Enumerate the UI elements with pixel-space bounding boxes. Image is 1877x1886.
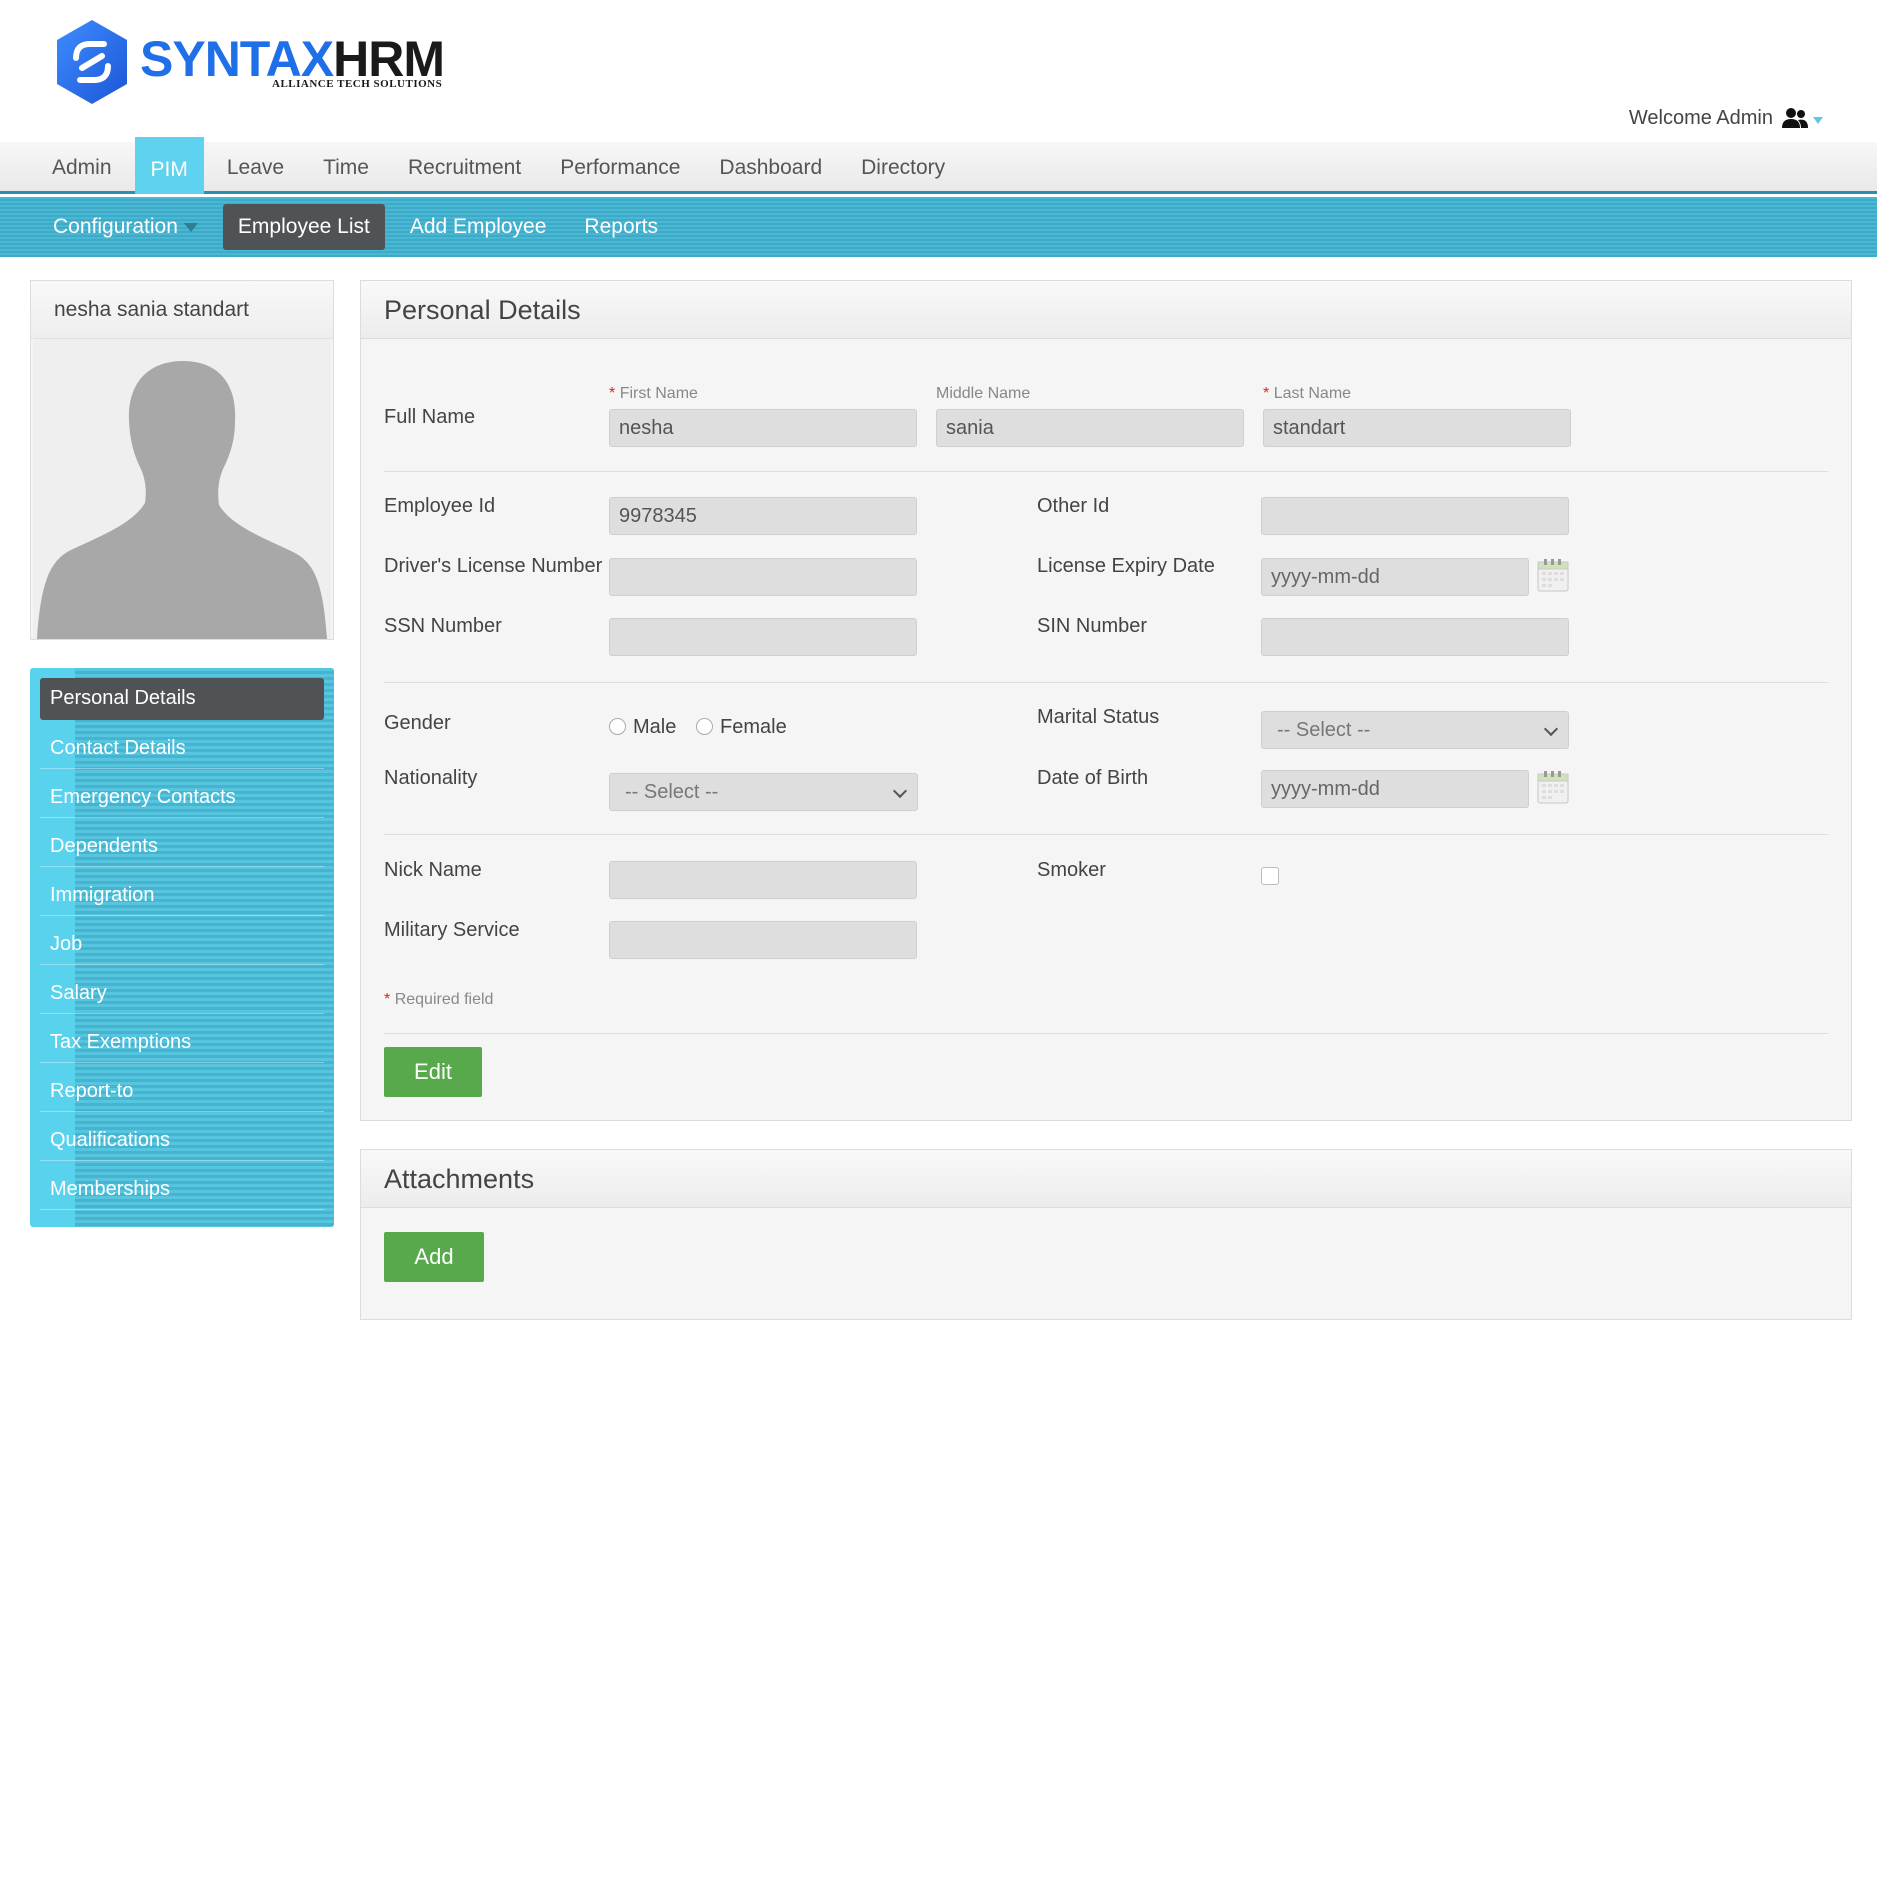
required-field-note: * Required field xyxy=(384,991,493,1009)
submenu-add-employee[interactable]: Add Employee xyxy=(397,204,560,250)
sin-input[interactable] xyxy=(1261,618,1569,656)
submenu-configuration[interactable]: Configuration xyxy=(40,204,211,250)
dob-label: Date of Birth xyxy=(1037,767,1149,789)
other-id-input[interactable] xyxy=(1261,497,1569,535)
profile-card: nesha sania standart xyxy=(30,280,334,640)
nick-name-label: Nick Name xyxy=(384,859,482,881)
submenu-reports[interactable]: Reports xyxy=(571,204,671,250)
person-silhouette-icon xyxy=(37,361,327,639)
submenu-configuration-label: Configuration xyxy=(53,215,178,238)
side-item-job[interactable]: Job xyxy=(40,924,324,965)
military-service-label: Military Service xyxy=(384,919,520,941)
side-item-contact-details[interactable]: Contact Details xyxy=(40,728,324,769)
header: SYNTAXHRM ALLIANCE TECH SOLUTIONS Welcom… xyxy=(0,0,1877,142)
nationality-label: Nationality xyxy=(384,767,478,789)
first-name-label: * First Name xyxy=(609,385,698,403)
drivers-license-label: Driver's License Number xyxy=(384,555,603,577)
divider xyxy=(384,682,1828,683)
license-expiry-input[interactable]: yyyy-mm-dd xyxy=(1261,558,1529,596)
gender-male-radio[interactable] xyxy=(609,718,626,735)
menu-recruitment[interactable]: Recruitment xyxy=(392,142,537,194)
drivers-license-input[interactable] xyxy=(609,558,917,596)
last-name-label: * Last Name xyxy=(1263,385,1351,403)
employee-side-menu: Personal Details Contact Details Emergen… xyxy=(30,668,334,1227)
side-item-emergency-contacts[interactable]: Emergency Contacts xyxy=(40,777,324,818)
marital-status-select[interactable]: -- Select -- xyxy=(1261,711,1569,749)
last-name-label-text: Last Name xyxy=(1273,385,1352,402)
users-icon xyxy=(1782,108,1808,128)
middle-name-input[interactable]: sania xyxy=(936,409,1244,447)
divider xyxy=(384,471,1828,472)
gender-male-label[interactable]: Male xyxy=(633,716,676,739)
profile-name: nesha sania standart xyxy=(31,281,333,339)
military-service-input[interactable] xyxy=(609,921,917,959)
employee-id-label: Employee Id xyxy=(384,495,496,517)
first-name-input[interactable]: nesha xyxy=(609,409,917,447)
menu-performance[interactable]: Performance xyxy=(544,142,696,194)
chevron-down-icon xyxy=(1543,721,1559,737)
logo-hexagon-icon xyxy=(57,20,127,104)
middle-name-label: Middle Name xyxy=(936,385,1031,402)
nationality-value: -- Select -- xyxy=(625,781,719,803)
logo-tagline: ALLIANCE TECH SOLUTIONS xyxy=(272,78,443,90)
menu-time[interactable]: Time xyxy=(307,142,385,194)
welcome-menu[interactable]: Welcome Admin xyxy=(1629,104,1823,132)
gender-female-radio[interactable] xyxy=(696,718,713,735)
menu-pim[interactable]: PIM xyxy=(134,137,204,194)
menu-admin[interactable]: Admin xyxy=(36,142,128,194)
required-marker: * xyxy=(1263,385,1270,402)
side-item-salary[interactable]: Salary xyxy=(40,973,324,1014)
attachments-panel: Attachments Add xyxy=(360,1149,1852,1320)
ssn-input[interactable] xyxy=(609,618,917,656)
submenu-employee-list[interactable]: Employee List xyxy=(222,204,385,250)
marital-status-label: Marital Status xyxy=(1037,706,1160,728)
side-item-report-to[interactable]: Report-to xyxy=(40,1071,324,1112)
required-marker: * xyxy=(609,385,616,402)
divider xyxy=(384,834,1828,835)
side-item-memberships[interactable]: Memberships xyxy=(40,1169,324,1210)
marital-status-value: -- Select -- xyxy=(1277,719,1371,741)
calendar-icon[interactable] xyxy=(1537,770,1569,804)
chevron-down-icon xyxy=(1813,116,1823,124)
personal-details-title: Personal Details xyxy=(361,281,1851,339)
menu-dashboard[interactable]: Dashboard xyxy=(703,142,838,194)
other-id-label: Other Id xyxy=(1037,495,1110,517)
syntaxhrm-logo[interactable]: SYNTAXHRM ALLIANCE TECH SOLUTIONS xyxy=(54,18,445,108)
required-marker: * xyxy=(384,991,391,1008)
side-item-tax-exemptions[interactable]: Tax Exemptions xyxy=(40,1022,324,1063)
menu-leave[interactable]: Leave xyxy=(211,142,300,194)
side-item-qualifications[interactable]: Qualifications xyxy=(40,1120,324,1161)
first-name-label-text: First Name xyxy=(619,385,698,402)
smoker-checkbox[interactable] xyxy=(1261,867,1279,885)
nationality-select[interactable]: -- Select -- xyxy=(609,773,918,811)
gender-label: Gender xyxy=(384,712,451,734)
welcome-text: Welcome Admin xyxy=(1628,106,1773,129)
side-item-personal-details[interactable]: Personal Details xyxy=(40,678,324,720)
side-item-dependents[interactable]: Dependents xyxy=(40,826,324,867)
gender-female-label[interactable]: Female xyxy=(720,716,787,739)
attachments-title: Attachments xyxy=(361,1150,1851,1208)
license-expiry-label: License Expiry Date xyxy=(1037,555,1215,577)
ssn-label: SSN Number xyxy=(384,615,502,637)
required-field-note-text: Required field xyxy=(394,991,494,1008)
sub-menu: Configuration Employee List Add Employee… xyxy=(0,197,1877,257)
personal-details-panel: Personal Details Full Name * First Name … xyxy=(360,280,1852,1121)
sin-label: SIN Number xyxy=(1037,615,1148,637)
divider xyxy=(384,1033,1828,1034)
employee-id-input[interactable]: 9978345 xyxy=(609,497,917,535)
profile-photo[interactable] xyxy=(33,339,331,639)
dob-input[interactable]: yyyy-mm-dd xyxy=(1261,770,1529,808)
add-attachment-button[interactable]: Add xyxy=(384,1232,484,1282)
smoker-label: Smoker xyxy=(1037,859,1106,881)
dropdown-arrow-icon xyxy=(183,222,198,232)
main-menu: Admin PIM Leave Time Recruitment Perform… xyxy=(0,137,1877,194)
nick-name-input[interactable] xyxy=(609,861,917,899)
menu-directory[interactable]: Directory xyxy=(845,142,961,194)
side-item-immigration[interactable]: Immigration xyxy=(40,875,324,916)
edit-button[interactable]: Edit xyxy=(384,1047,482,1097)
chevron-down-icon xyxy=(892,783,908,799)
calendar-icon[interactable] xyxy=(1537,558,1569,592)
full-name-label: Full Name xyxy=(384,406,476,428)
last-name-input[interactable]: standart xyxy=(1263,409,1571,447)
